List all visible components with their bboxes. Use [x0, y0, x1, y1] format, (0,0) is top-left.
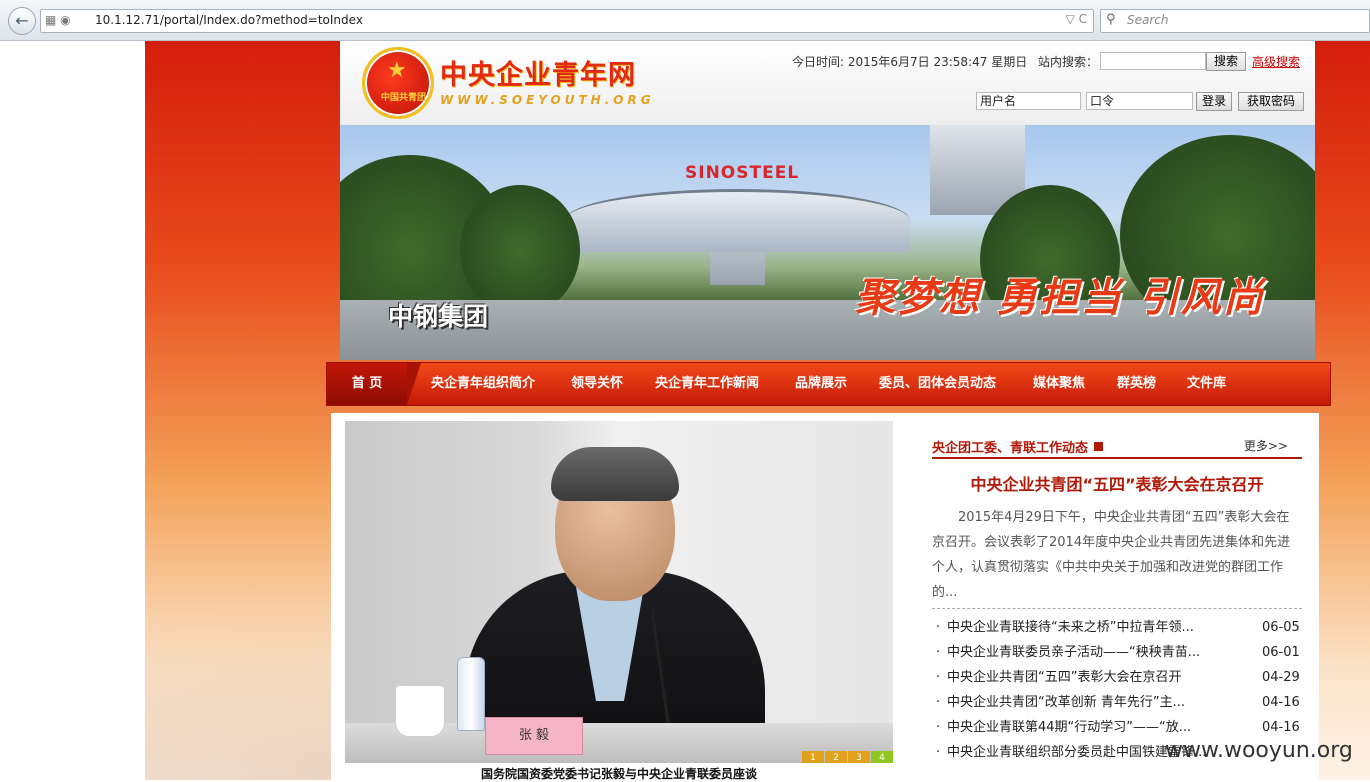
news-item-date: 06-01 [1262, 645, 1300, 660]
emblem-text: 中国共青团 [381, 93, 427, 103]
nav-item-heroes[interactable]: 群英榜 [1117, 363, 1156, 405]
bullet-icon: · [936, 695, 941, 710]
tea-cup [395, 685, 445, 737]
nav-item-leadership[interactable]: 领导关怀 [571, 363, 623, 405]
slide-dot-3[interactable]: 3 [848, 751, 870, 763]
nav-home[interactable]: 首 页 [327, 363, 421, 405]
list-item[interactable]: · 中央企业青联第44期“行动学习”——“放... 04-16 [932, 715, 1304, 740]
news-item-date: 04-16 [1262, 720, 1300, 735]
nav-item-brand[interactable]: 品牌展示 [795, 363, 847, 405]
reload-icon[interactable]: ▽ C [1066, 12, 1087, 26]
current-date: 今日时间: 2015年6月7日 23:58:47 星期日 [792, 55, 1028, 69]
nav-item-news[interactable]: 央企青年工作新闻 [655, 363, 759, 405]
nav-item-files[interactable]: 文件库 [1187, 363, 1226, 405]
nav-item-intro[interactable]: 央企青年组织简介 [431, 363, 535, 405]
list-item[interactable]: · 中央企业共青团“改革创新 青年先行”主... 04-16 [932, 690, 1304, 715]
banner-brand-sign: SINOSTEEL [685, 163, 800, 183]
slide-dot-4[interactable]: 4 [871, 751, 893, 763]
square-bullet-icon [1094, 442, 1104, 451]
star-icon: ★ [387, 58, 407, 83]
slideshow-pager: 1234 [801, 749, 893, 763]
nav-item-media[interactable]: 媒体聚焦 [1033, 363, 1085, 405]
get-password-button[interactable]: 获取密码 [1238, 92, 1304, 111]
bullet-icon: · [936, 745, 941, 760]
bullet-icon: · [936, 670, 941, 685]
water-bottle [457, 657, 485, 731]
site-title[interactable]: 中央企业青年网 [440, 53, 636, 92]
page-info-icon[interactable]: ▦ ◉ [45, 13, 71, 27]
nav-item-member-news[interactable]: 委员、团体会员动态 [879, 363, 996, 405]
url-text[interactable]: 10.1.12.71/portal/Index.do?method=toInde… [95, 13, 363, 27]
search-button[interactable]: 搜索 [1206, 52, 1246, 71]
password-field[interactable]: 口令 [1086, 92, 1193, 110]
browser-toolbar: ← ▦ ◉ 10.1.12.71/portal/Index.do?method=… [0, 0, 1370, 41]
news-item-title[interactable]: 中央企业青联第44期“行动学习”——“放... [947, 715, 1247, 740]
news-more-link[interactable]: 更多>> [1244, 437, 1288, 454]
news-item-date: 06-05 [1262, 620, 1300, 635]
bullet-icon: · [936, 720, 941, 735]
site-search-input[interactable] [1100, 52, 1206, 70]
news-item-title[interactable]: 中央企业共青团“改革创新 青年先行”主... [947, 690, 1247, 715]
content-panel: 张 毅 1234 国务院国资委党委书记张毅与中央企业青联委员座谈 央企团工委、青… [331, 413, 1319, 782]
tree [460, 185, 580, 315]
username-field[interactable]: 用户名 [976, 92, 1081, 110]
bullet-icon: · [936, 620, 941, 635]
slide-dot-1[interactable]: 1 [802, 751, 824, 763]
list-item[interactable]: · 中央企业青联接待“未来之桥”中拉青年领... 06-05 [932, 615, 1304, 640]
login-button[interactable]: 登录 [1196, 92, 1232, 111]
search-icon: ⚲ [1106, 12, 1116, 27]
bullet-icon: · [936, 645, 941, 660]
main-column: ★ 中国共青团 中央企业青年网 WWW.SOEYOUTH.ORG 今日时间: 2… [326, 41, 1331, 782]
search-placeholder[interactable]: Search [1127, 13, 1169, 27]
list-item[interactable]: · 中央企业青联委员亲子活动——“秧秧青苗... 06-01 [932, 640, 1304, 665]
banner-image: SINOSTEEL 中钢集团 聚梦想 勇担当 引风尚 [340, 125, 1315, 360]
slide-dot-2[interactable]: 2 [825, 751, 847, 763]
news-item-title[interactable]: 中央企业共青团“五四”表彰大会在京召开 [947, 665, 1247, 690]
site-subtitle: WWW.SOEYOUTH.ORG [440, 93, 655, 107]
slideshow-caption[interactable]: 国务院国资委党委书记张毅与中央企业青联委员座谈 [345, 765, 893, 782]
site-search-label: 站内搜索： [1038, 55, 1099, 69]
banner-slogan: 聚梦想 勇担当 引风尚 [855, 275, 1265, 321]
news-headline[interactable]: 中央企业共青团“五四”表彰大会在京召开 [932, 471, 1302, 495]
news-item-date: 04-29 [1262, 670, 1300, 685]
back-arrow-icon[interactable]: ← [8, 7, 36, 35]
advanced-search-link[interactable]: 高级搜索 [1252, 53, 1300, 70]
news-section-title-text[interactable]: 央企团工委、青联工作动态 [932, 441, 1088, 456]
banner-company-name: 中钢集团 [388, 302, 489, 331]
watermark: www.wooyun.org [1165, 738, 1353, 763]
news-item-title[interactable]: 中央企业青联委员亲子活动——“秧秧青苗... [947, 640, 1247, 665]
youth-league-emblem-icon[interactable]: ★ 中国共青团 [362, 47, 434, 119]
building-dome [565, 189, 910, 252]
main-nav: 首 页 央企青年组织简介 领导关怀 央企青年工作新闻 品牌展示 委员、团体会员动… [326, 362, 1331, 406]
news-summary: 2015年4月29日下午，中央企业共青团“五四”表彰大会在京召开。会议表彰了20… [932, 510, 1291, 600]
divider [932, 608, 1302, 609]
news-section-title[interactable]: 央企团工委、青联工作动态 [932, 437, 1104, 456]
list-item[interactable]: · 中央企业共青团“五四”表彰大会在京召开 04-29 [932, 665, 1304, 690]
address-bar[interactable]: ▦ ◉ 10.1.12.71/portal/Index.do?method=to… [40, 9, 1094, 33]
person-hair [551, 447, 679, 501]
site-header: ★ 中国共青团 中央企业青年网 WWW.SOEYOUTH.ORG 今日时间: 2… [340, 41, 1315, 125]
news-item-date: 04-16 [1262, 695, 1300, 710]
news-section-header: 央企团工委、青联工作动态 更多>> [932, 435, 1302, 459]
slideshow-image[interactable]: 张 毅 1234 [345, 421, 893, 763]
nameplate: 张 毅 [485, 717, 583, 755]
news-item-title[interactable]: 中央企业青联接待“未来之桥”中拉青年领... [947, 615, 1247, 640]
browser-search-input[interactable]: ⚲ Search [1100, 9, 1370, 33]
